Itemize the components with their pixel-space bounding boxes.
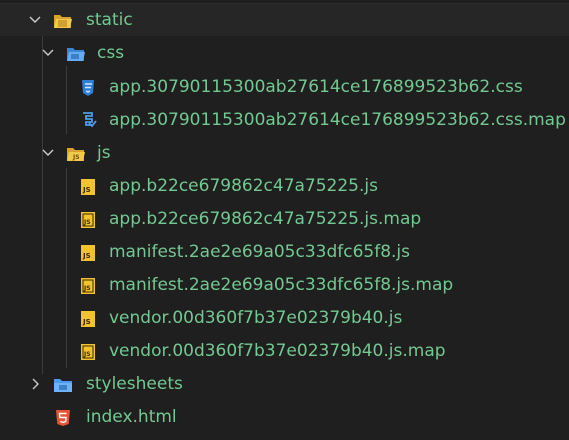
tree-item-label: js: [97, 143, 111, 163]
css-map-file-icon: [83, 112, 97, 128]
tree-item-css-file[interactable]: app.30790115300ab27614ce176899523b62.css: [0, 71, 569, 104]
tree-item-js-map-file[interactable]: JS vendor.00d360f7b37e02379b40.js.map: [0, 335, 569, 368]
chevron-down-icon[interactable]: [41, 146, 55, 160]
svg-text:JS: JS: [72, 154, 80, 161]
tree-item-js-file[interactable]: JS app.b22ce679862c47a75225.js: [0, 170, 569, 203]
tree-item-label: app.30790115300ab27614ce176899523b62.css: [109, 77, 523, 97]
tree-item-js-file[interactable]: JS manifest.2ae2e69a05c33dfc65f8.js: [0, 236, 569, 269]
folder-closed-icon: [54, 379, 72, 392]
chevron-down-icon[interactable]: [28, 13, 42, 27]
tree-item-label: app.b22ce679862c47a75225.js: [109, 176, 378, 196]
chevron-down-icon[interactable]: [41, 46, 55, 60]
folder-open-icon: [67, 48, 85, 61]
js-map-file-icon: JS: [81, 344, 95, 360]
tree-item-stylesheets[interactable]: stylesheets: [0, 368, 569, 401]
tree-item-label: app.b22ce679862c47a75225.js.map: [109, 209, 422, 229]
js-file-icon: JS: [81, 245, 95, 261]
svg-text:JS: JS: [82, 252, 91, 260]
tree-item-label: index.html: [86, 407, 177, 427]
tree-item-label: vendor.00d360f7b37e02379b40.js.map: [109, 341, 446, 361]
svg-text:JS: JS: [83, 351, 91, 358]
file-explorer-tree: static css app.30790115300ab27614ce17689…: [0, 0, 569, 440]
tree-item-static[interactable]: static: [0, 3, 569, 36]
folder-open-icon: JS: [67, 148, 85, 161]
tree-item-label: manifest.2ae2e69a05c33dfc65f8.js.map: [109, 275, 454, 295]
js-file-icon: JS: [81, 311, 95, 327]
folder-open-icon: [54, 15, 72, 28]
js-file-icon: JS: [81, 179, 95, 195]
svg-text:JS: JS: [83, 285, 91, 292]
tree-item-label: stylesheets: [86, 374, 183, 394]
tree-item-js[interactable]: JS js: [0, 137, 569, 170]
css-file-icon: [82, 80, 94, 96]
tree-item-label: css: [97, 43, 125, 63]
svg-text:JS: JS: [83, 219, 91, 226]
tree-item-js-file[interactable]: JS vendor.00d360f7b37e02379b40.js: [0, 302, 569, 335]
html-file-icon: [56, 410, 70, 426]
tree-item-css[interactable]: css: [0, 37, 569, 70]
tree-item-js-map-file[interactable]: JS manifest.2ae2e69a05c33dfc65f8.js.map: [0, 269, 569, 302]
svg-text:JS: JS: [82, 186, 91, 194]
tree-item-label: static: [86, 10, 133, 30]
tree-item-css-map-file[interactable]: app.30790115300ab27614ce176899523b62.css…: [0, 104, 569, 137]
js-map-file-icon: JS: [81, 212, 95, 228]
tree-item-label: manifest.2ae2e69a05c33dfc65f8.js: [109, 242, 411, 262]
tree-item-index-html[interactable]: index.html: [0, 401, 569, 434]
js-map-file-icon: JS: [81, 278, 95, 294]
tree-item-label: app.30790115300ab27614ce176899523b62.css…: [109, 110, 566, 130]
svg-text:JS: JS: [82, 318, 91, 326]
tree-item-js-map-file[interactable]: JS app.b22ce679862c47a75225.js.map: [0, 203, 569, 236]
chevron-right-icon[interactable]: [28, 377, 42, 391]
tree-item-label: vendor.00d360f7b37e02379b40.js: [109, 308, 403, 328]
